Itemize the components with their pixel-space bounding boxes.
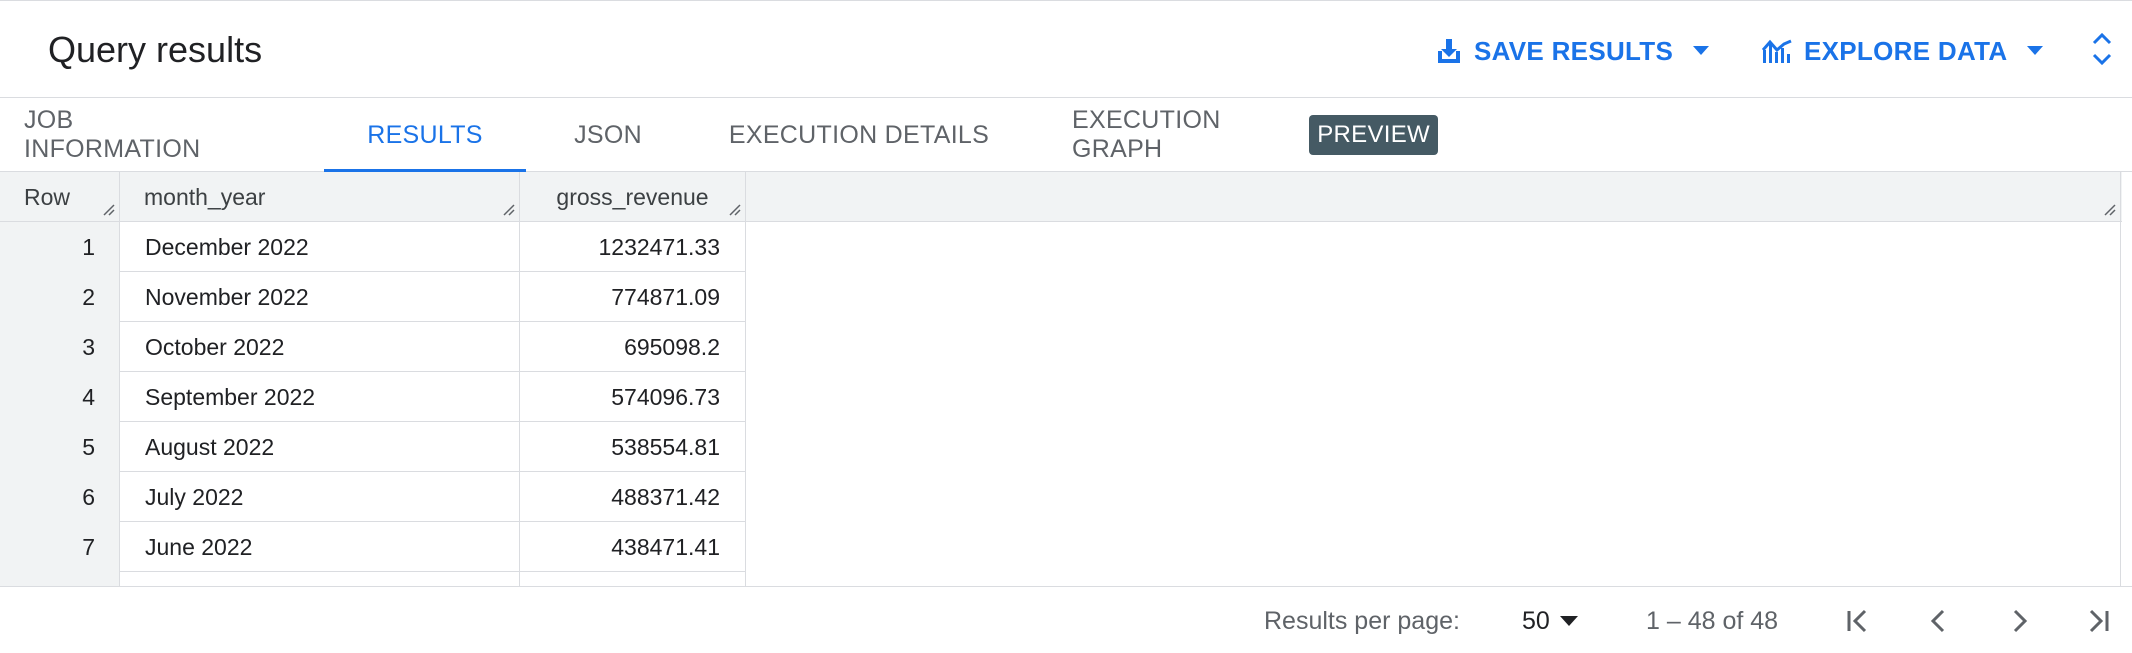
- gross-revenue-cell[interactable]: 574096.73: [520, 372, 746, 422]
- gross-revenue-cell[interactable]: 1232471.33: [520, 222, 746, 272]
- pagination-bar: Results per page: 50 1 – 48 of 48: [0, 586, 2132, 653]
- column-header-label: gross_revenue: [556, 183, 709, 210]
- tab-json[interactable]: JSON: [568, 98, 648, 172]
- table-row-partial: [0, 572, 746, 586]
- first-page-icon: [1847, 609, 1867, 633]
- row-number: 4: [0, 372, 120, 422]
- tab-execution-details[interactable]: EXECUTION DETAILS: [726, 98, 992, 172]
- table-row[interactable]: 1 December 2022 1232471.33: [0, 222, 746, 272]
- gross-revenue-cell[interactable]: 438471.41: [520, 522, 746, 572]
- table-header-row: Row month_year gross_revenue: [0, 172, 2122, 222]
- tab-label: EXECUTION GRAPH: [1072, 106, 1221, 163]
- tab-label: JSON: [574, 120, 642, 149]
- month-year-cell[interactable]: November 2022: [120, 272, 520, 322]
- pagination-range: 1 – 48 of 48: [1646, 607, 1779, 635]
- last-page-button[interactable]: [2078, 601, 2118, 641]
- next-page-button[interactable]: [2000, 601, 2040, 641]
- month-year-cell[interactable]: September 2022: [120, 372, 520, 422]
- chart-icon: [1762, 38, 1792, 64]
- resize-handle-icon[interactable]: [727, 202, 741, 216]
- tab-label: EXECUTION DETAILS: [728, 120, 990, 149]
- results-per-page-label: Results per page:: [1264, 607, 1460, 635]
- table-row[interactable]: 3 October 2022 695098.2: [0, 322, 746, 372]
- gross-revenue-cell[interactable]: 488371.42: [520, 472, 746, 522]
- row-number: 2: [0, 272, 120, 322]
- save-results-label: SAVE RESULTS: [1474, 35, 1674, 66]
- page-title: Query results: [48, 29, 263, 70]
- explore-data-label: EXPLORE DATA: [1804, 35, 2008, 66]
- tab-label: JOB INFORMATION: [24, 106, 201, 163]
- save-results-button[interactable]: SAVE RESULTS: [1436, 31, 1710, 71]
- table-row[interactable]: 4 September 2022 574096.73: [0, 372, 746, 422]
- grid-scrollbar-edge: [2120, 172, 2121, 586]
- gross-revenue-cell[interactable]: 695098.2: [520, 322, 746, 372]
- table-row[interactable]: 2 November 2022 774871.09: [0, 272, 746, 322]
- preview-badge: PREVIEW: [1309, 115, 1438, 155]
- row-number: 1: [0, 222, 120, 272]
- month-year-cell[interactable]: July 2022: [120, 472, 520, 522]
- gross-revenue-cell[interactable]: 538554.81: [520, 422, 746, 472]
- row-number: 6: [0, 472, 120, 522]
- tab-label: RESULTS: [367, 120, 483, 149]
- column-header-label: month_year: [144, 183, 266, 210]
- gross-revenue-cell: [520, 572, 746, 586]
- table-row[interactable]: 7 June 2022 438471.41: [0, 522, 746, 572]
- gross-revenue-cell[interactable]: 774871.09: [520, 272, 746, 322]
- column-header-gross-revenue[interactable]: gross_revenue: [520, 172, 746, 222]
- table-row[interactable]: 5 August 2022 538554.81: [0, 422, 746, 472]
- month-year-cell[interactable]: October 2022: [120, 322, 520, 372]
- chevron-right-icon: [2013, 609, 2028, 633]
- tab-job-information[interactable]: JOB INFORMATION: [24, 98, 254, 172]
- month-year-cell: [120, 572, 520, 586]
- resize-handle-icon[interactable]: [2102, 202, 2116, 216]
- row-number: 5: [0, 422, 120, 472]
- results-header: Query results SAVE RESULTS EXPLORE DATA: [0, 0, 2132, 98]
- month-year-cell[interactable]: August 2022: [120, 422, 520, 472]
- resize-handle-icon[interactable]: [501, 202, 515, 216]
- row-number: 3: [0, 322, 120, 372]
- results-table: Row month_year gross_revenue 1 December …: [0, 172, 2122, 586]
- chevron-left-icon: [1930, 609, 1945, 633]
- previous-page-button[interactable]: [1918, 601, 1958, 641]
- month-year-cell[interactable]: June 2022: [120, 522, 520, 572]
- resize-handle-icon[interactable]: [101, 202, 115, 216]
- results-per-page-value: 50: [1522, 606, 1550, 635]
- column-header-label: Row: [24, 183, 71, 210]
- results-tabs: JOB INFORMATION RESULTS JSON EXECUTION D…: [0, 98, 2132, 173]
- column-header-filler: [746, 172, 2120, 222]
- chevron-down-icon: [1693, 46, 1710, 56]
- month-year-cell[interactable]: December 2022: [120, 222, 520, 272]
- tab-results[interactable]: RESULTS: [324, 98, 526, 173]
- row-number: [0, 572, 120, 586]
- results-per-page-select[interactable]: 50: [1522, 603, 1578, 639]
- first-page-button[interactable]: [1838, 601, 1878, 641]
- chevron-down-icon: [1559, 616, 1578, 626]
- explore-data-button[interactable]: EXPLORE DATA: [1762, 31, 2044, 71]
- download-icon: [1436, 37, 1462, 65]
- unfold-more-icon[interactable]: [2090, 29, 2114, 69]
- tab-execution-graph[interactable]: EXECUTION GRAPH PREVIEW: [1072, 98, 1438, 172]
- row-number: 7: [0, 522, 120, 572]
- table-row[interactable]: 6 July 2022 488371.42: [0, 472, 746, 522]
- last-page-icon: [2089, 609, 2109, 633]
- column-header-month-year[interactable]: month_year: [120, 172, 520, 222]
- column-header-row[interactable]: Row: [0, 172, 120, 222]
- chevron-down-icon: [2027, 46, 2044, 56]
